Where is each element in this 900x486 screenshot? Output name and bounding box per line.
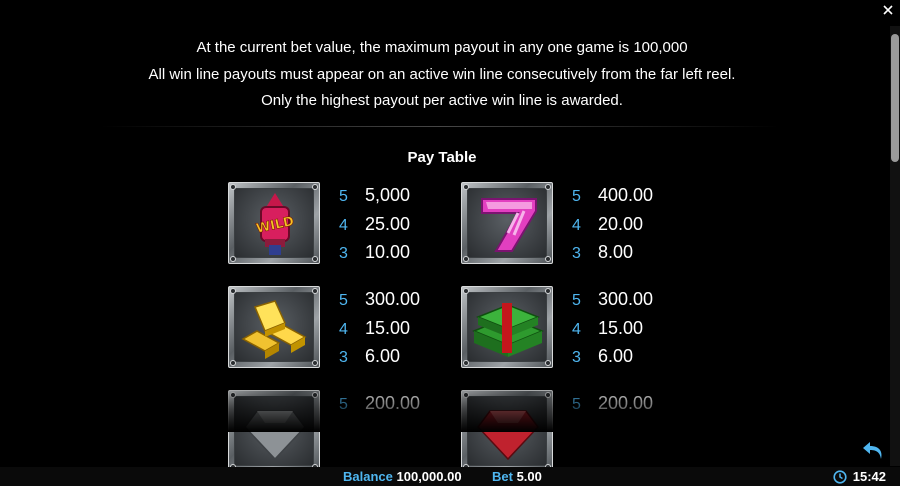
- scroll-fade: [0, 380, 884, 432]
- rules-line: Only the highest payout per active win l…: [261, 92, 623, 109]
- pay-amount: 400.00: [598, 185, 654, 205]
- pay-count: 5: [339, 292, 348, 309]
- pay-list: 5 400.00 4 20.00 3 8.00: [572, 181, 653, 267]
- close-button[interactable]: [880, 2, 896, 18]
- pay-list: 5 200.00: [339, 389, 420, 418]
- pay-count: 3: [572, 349, 581, 366]
- bet-display: Bet 5.00: [492, 467, 542, 486]
- balance-label: Balance: [343, 469, 393, 484]
- rules-line: At the current bet value, the maximum pa…: [196, 39, 688, 56]
- pay-table-title: Pay Table: [407, 149, 477, 166]
- pink-seven-icon: [481, 198, 537, 252]
- pay-amount: 10.00: [365, 242, 411, 262]
- pay-amount: 6.00: [365, 346, 401, 366]
- pay-row: 4 20.00: [572, 210, 653, 239]
- pay-list: 5 300.00 4 15.00 3 6.00: [572, 285, 653, 371]
- pay-count: 3: [572, 245, 581, 262]
- pay-count: 5: [339, 396, 348, 413]
- symbol-tile-seven: [461, 182, 553, 264]
- symbol-tile-gold: [228, 286, 320, 368]
- pay-count: 4: [572, 320, 581, 338]
- pay-list: 5 5,000 4 25.00 3 10.00: [339, 181, 410, 267]
- symbol-tile-grey-gem: [228, 390, 320, 472]
- balance-display: Balance 100,000.00: [343, 467, 462, 486]
- pay-count: 5: [572, 188, 581, 205]
- wild-firework-icon: WILD: [255, 193, 296, 255]
- pay-row: 5 200.00: [339, 389, 420, 418]
- pay-amount: 5,000: [365, 185, 411, 205]
- pay-count: 4: [572, 216, 581, 234]
- pay-count: 5: [572, 292, 581, 309]
- cash-stack-icon: [472, 303, 544, 357]
- pay-amount: 6.00: [598, 346, 634, 366]
- pay-row: 5 300.00: [339, 285, 420, 314]
- pay-amount: 15.00: [365, 317, 411, 338]
- symbol-tile-wild: WILD: [228, 182, 320, 264]
- pay-amount: 300.00: [365, 289, 421, 309]
- scrollbar-thumb[interactable]: [891, 34, 899, 162]
- pay-list: 5 200.00: [572, 389, 653, 418]
- status-bar: Balance 100,000.00 Bet 5.00 15:42: [0, 467, 900, 486]
- pay-row: 5 5,000: [339, 181, 410, 210]
- pay-row: 4 25.00: [339, 210, 410, 239]
- pay-row: 4 15.00: [572, 314, 653, 343]
- pay-row: 3 6.00: [572, 342, 653, 371]
- bet-value: 5.00: [516, 469, 542, 484]
- pay-amount: 300.00: [598, 289, 654, 309]
- clock: 15:42: [833, 467, 886, 486]
- pay-amount: 200.00: [598, 393, 654, 413]
- pay-row: 3 10.00: [339, 238, 410, 267]
- red-gem-icon: [477, 410, 539, 461]
- time-display: 15:42: [852, 469, 886, 484]
- pay-count: 4: [339, 320, 348, 338]
- scrollbar[interactable]: [890, 26, 900, 466]
- pay-count: 5: [572, 396, 581, 413]
- gold-bars-icon: [241, 300, 307, 359]
- pay-amount: 25.00: [365, 213, 411, 234]
- symbol-tile-cash: [461, 286, 553, 368]
- clock-icon: [833, 469, 847, 484]
- pay-row: 5 200.00: [572, 389, 653, 418]
- back-button[interactable]: [860, 439, 886, 463]
- pay-count: 3: [339, 349, 348, 366]
- grey-gem-icon: [244, 410, 306, 461]
- pay-list: 5 300.00 4 15.00 3 6.00: [339, 285, 420, 371]
- pay-count: 4: [339, 216, 348, 234]
- bet-label: Bet: [492, 469, 513, 484]
- rules-text: At the current bet value, the maximum pa…: [0, 35, 884, 115]
- pay-amount: 15.00: [598, 317, 644, 338]
- pay-count: 5: [339, 188, 348, 205]
- section-divider: [100, 126, 780, 127]
- back-arrow-icon: [863, 442, 882, 459]
- rules-line: All win line payouts must appear on an a…: [148, 65, 736, 83]
- balance-value: 100,000.00: [396, 469, 462, 484]
- pay-count: 3: [339, 245, 348, 262]
- pay-row: 4 15.00: [339, 314, 420, 343]
- pay-row: 5 300.00: [572, 285, 653, 314]
- pay-row: 3 8.00: [572, 238, 653, 267]
- close-icon: [883, 5, 893, 15]
- symbol-tile-red-gem: [461, 390, 553, 472]
- pay-amount: 200.00: [365, 393, 421, 413]
- pay-amount: 8.00: [598, 242, 634, 262]
- pay-row: 5 400.00: [572, 181, 653, 210]
- pay-amount: 20.00: [598, 213, 644, 234]
- pay-row: 3 6.00: [339, 342, 420, 371]
